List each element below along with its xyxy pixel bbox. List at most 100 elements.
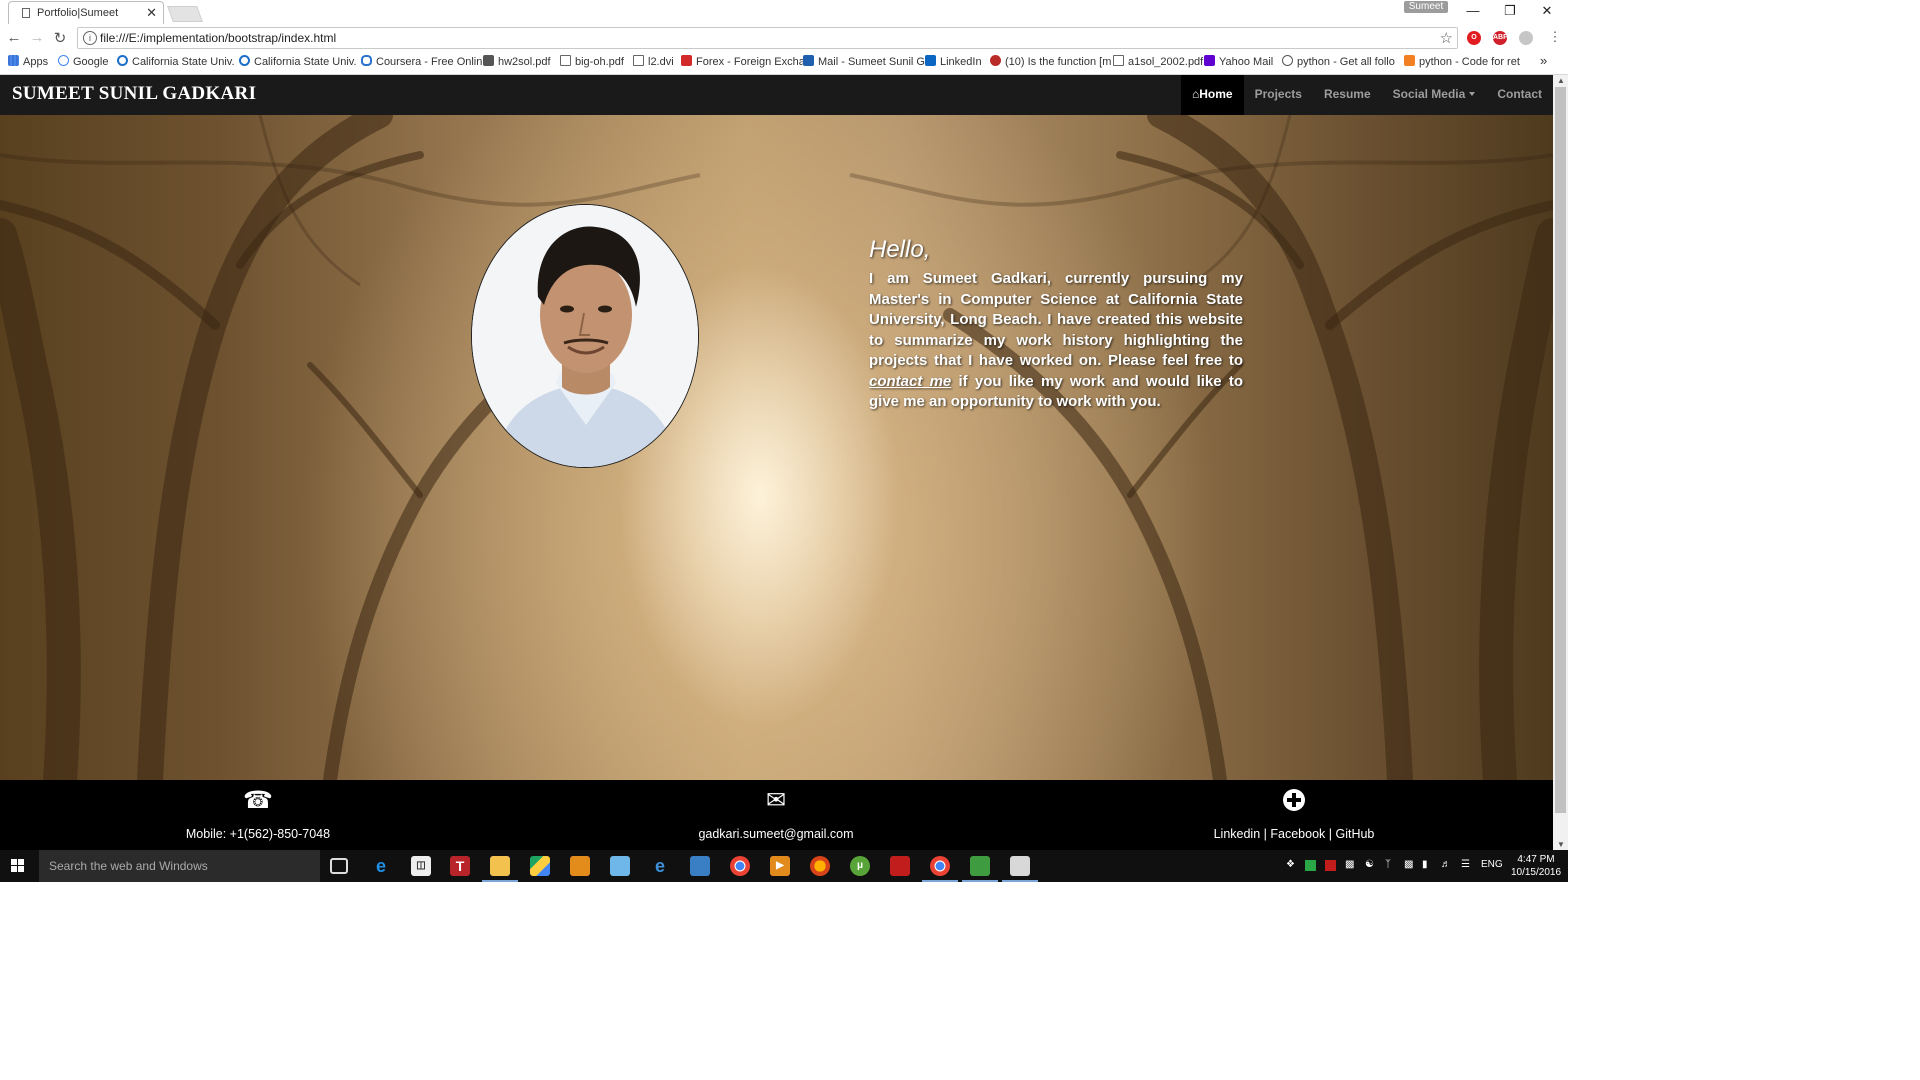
store-icon[interactable]: ◫: [411, 856, 431, 876]
csulb-icon: [117, 55, 128, 66]
bookmark-a1sol[interactable]: a1sol_2002.pdf: [1113, 55, 1203, 68]
notepad-plus-plus-icon[interactable]: [970, 856, 990, 876]
bookmark-coursera[interactable]: Coursera - Free Onlin: [361, 55, 482, 68]
forward-arrow-icon[interactable]: →: [28, 29, 46, 46]
scrollbar-thumb[interactable]: [1555, 87, 1566, 813]
bluetooth-icon[interactable]: ᛉ: [1385, 859, 1391, 870]
email-address[interactable]: gadkari.sumeet@gmail.com: [576, 827, 976, 841]
file-explorer-icon[interactable]: [490, 856, 510, 876]
bookmark-l2dvi[interactable]: l2.dvi: [633, 55, 674, 68]
snipping-tool-icon[interactable]: [1010, 856, 1030, 876]
notifications-icon[interactable]: ☰: [1461, 859, 1470, 870]
system-clock[interactable]: 4:47 PM 10/15/2016: [1508, 853, 1564, 879]
footer-email: ✉ gadkari.sumeet@gmail.com: [576, 780, 976, 850]
bookmark-linkedin[interactable]: LinkedIn: [925, 55, 982, 68]
photos-icon[interactable]: [690, 856, 710, 876]
bookmarks-overflow-icon[interactable]: »: [1540, 53, 1547, 68]
scroll-down-arrow-icon[interactable]: ▼: [1557, 840, 1565, 849]
running-indicator: [922, 880, 958, 882]
chrome-icon[interactable]: [730, 856, 750, 876]
bookmark-quora[interactable]: (10) Is the function [m: [990, 55, 1111, 68]
info-icon[interactable]: i: [83, 31, 97, 45]
wifi-icon[interactable]: ☯: [1365, 859, 1374, 870]
volume-icon[interactable]: ♬: [1441, 859, 1451, 870]
texmaker-icon[interactable]: T: [450, 856, 470, 876]
tab-title: Portfolio|Sumeet: [37, 7, 119, 19]
close-tab-icon[interactable]: ✕: [146, 5, 157, 21]
csulb-icon: [239, 55, 250, 66]
bookmark-hw2sol[interactable]: hw2sol.pdf: [483, 55, 551, 68]
contact-me-link[interactable]: contact me: [869, 373, 951, 390]
footer-facebook-link[interactable]: Facebook: [1270, 827, 1325, 841]
apps-icon: [8, 55, 19, 66]
usb-tray-icon[interactable]: ▩: [1345, 859, 1354, 870]
plus-circle-icon: [1282, 788, 1306, 818]
opera-extension-icon[interactable]: O: [1467, 31, 1481, 45]
chrome-menu-icon[interactable]: ⋮: [1546, 29, 1564, 45]
taskbar-search-placeholder[interactable]: Search the web and Windows: [49, 859, 208, 873]
task-view-icon[interactable]: [330, 858, 348, 874]
utorrent-icon[interactable]: μ: [850, 856, 870, 876]
bookmark-python-code[interactable]: python - Code for ret: [1404, 55, 1520, 68]
bookmark-yahoo-mail[interactable]: Yahoo Mail: [1204, 55, 1273, 68]
nav-social-media[interactable]: Social Media: [1382, 75, 1487, 115]
windows-start-icon[interactable]: [11, 859, 25, 873]
profile-button[interactable]: Sumeet: [1404, 1, 1448, 13]
nav-resume[interactable]: Resume: [1313, 75, 1382, 115]
chrome-active-icon[interactable]: [930, 856, 950, 876]
acrobat-reader-icon[interactable]: [890, 856, 910, 876]
nav-home[interactable]: ⌂Home: [1180, 75, 1244, 115]
adblock-extension-icon[interactable]: ABP: [1493, 31, 1508, 45]
nav-contact[interactable]: Contact: [1486, 75, 1553, 115]
bookmark-mail[interactable]: Mail - Sumeet Sunil G: [803, 55, 925, 68]
window-close-icon[interactable]: ✕: [1532, 2, 1562, 20]
page-scrollbar[interactable]: ▲ ▼: [1553, 75, 1568, 850]
bookmark-google[interactable]: Google: [58, 55, 108, 68]
taskbar-search-box[interactable]: Search the web and Windows: [39, 850, 320, 882]
edge-browser-icon[interactable]: e: [371, 856, 391, 876]
browser-toolbar: ← → ↻ i file:///E:/implementation/bootst…: [0, 24, 1568, 53]
footer-github-link[interactable]: GitHub: [1335, 827, 1374, 841]
linkedin-icon: [925, 55, 936, 66]
new-tab-button[interactable]: [167, 6, 203, 22]
cloud-extension-icon[interactable]: [1519, 31, 1533, 45]
quickheal-tray-icon[interactable]: [1305, 860, 1316, 871]
bookmark-big-oh[interactable]: big-oh.pdf: [560, 55, 624, 68]
footer-linkedin-link[interactable]: Linkedin: [1214, 827, 1261, 841]
python-icon: [1282, 55, 1293, 66]
bookmark-star-icon[interactable]: ☆: [1440, 29, 1453, 47]
video-player-icon[interactable]: ▶: [770, 856, 790, 876]
battery-icon[interactable]: ▮: [1422, 859, 1428, 870]
bookmark-python-follow[interactable]: python - Get all follo: [1282, 55, 1395, 68]
reload-icon[interactable]: ↻: [51, 29, 69, 47]
acrobat-tray-icon[interactable]: [1325, 860, 1336, 871]
browser-tab[interactable]: Portfolio|Sumeet ✕: [8, 1, 164, 24]
google-drive-icon[interactable]: [530, 856, 550, 876]
bookmark-apps[interactable]: Apps: [8, 55, 48, 68]
scroll-up-arrow-icon[interactable]: ▲: [1557, 76, 1565, 85]
dropbox-tray-icon[interactable]: ❖: [1286, 859, 1295, 870]
coursera-icon: [361, 55, 372, 66]
intro-text: Hello, I am Sumeet Gadkari, currently pu…: [869, 236, 1243, 413]
address-bar[interactable]: i file:///E:/implementation/bootstrap/in…: [77, 27, 1458, 49]
forest-background: [0, 115, 1553, 780]
site-footer: ☎ Mobile: +1(562)-850-7048 ✉ gadkari.sum…: [0, 780, 1553, 850]
network-icon[interactable]: ▩: [1404, 859, 1413, 870]
bookmark-california-state-1[interactable]: California State Univ.: [117, 55, 235, 68]
bookmark-forex[interactable]: Forex - Foreign Excha: [681, 55, 805, 68]
firefox-icon[interactable]: [810, 856, 830, 876]
restore-icon[interactable]: ❐: [1495, 2, 1525, 20]
address-bar-url[interactable]: file:///E:/implementation/bootstrap/inde…: [100, 31, 336, 45]
paint-tool-icon[interactable]: [610, 856, 630, 876]
media-app-icon[interactable]: [570, 856, 590, 876]
nav-projects[interactable]: Projects: [1244, 75, 1313, 115]
internet-explorer-icon[interactable]: e: [650, 856, 670, 876]
phone-number: Mobile: +1(562)-850-7048: [185, 827, 331, 841]
language-indicator[interactable]: ENG: [1481, 859, 1503, 870]
site-brand[interactable]: SUMEET SUNIL GADKARI: [12, 83, 256, 105]
minimize-icon[interactable]: —: [1458, 2, 1488, 20]
back-arrow-icon[interactable]: ←: [5, 29, 23, 46]
bookmark-california-state-2[interactable]: California State Univ.: [239, 55, 357, 68]
document-icon: [560, 55, 571, 66]
page-icon: [22, 8, 30, 18]
